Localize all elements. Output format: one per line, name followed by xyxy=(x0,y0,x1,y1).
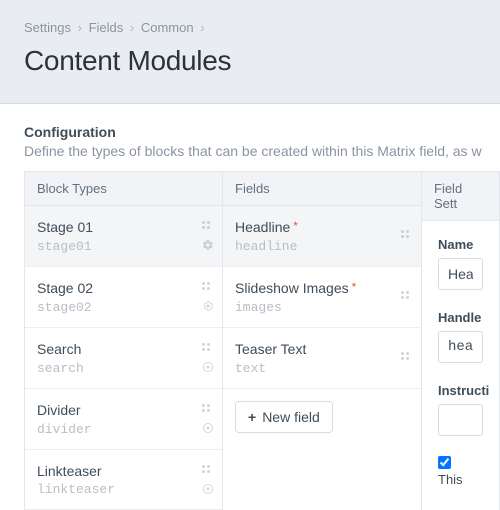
handle-label: Handle xyxy=(438,310,483,325)
handle-input[interactable] xyxy=(438,331,483,363)
block-type-handle: stage01 xyxy=(37,239,210,254)
required-checkbox-row[interactable]: This xyxy=(438,457,463,487)
block-type-handle: divider xyxy=(37,422,210,437)
drag-handle-icon[interactable] xyxy=(401,291,413,303)
breadcrumb: Settings › Fields › Common › xyxy=(24,20,476,35)
drag-handle-icon[interactable] xyxy=(202,343,214,355)
gear-icon[interactable] xyxy=(202,361,214,373)
required-icon: * xyxy=(352,280,357,294)
breadcrumb-item[interactable]: Fields xyxy=(89,20,124,35)
field-label: Slideshow Images* xyxy=(235,279,409,298)
block-types-column: Block Types Stage 01 stage01 Stage 02 st… xyxy=(25,172,223,510)
chevron-right-icon: › xyxy=(130,20,134,35)
field-handle: images xyxy=(235,300,409,315)
block-type-handle: search xyxy=(37,361,210,376)
drag-handle-icon[interactable] xyxy=(202,221,214,233)
drag-handle-icon[interactable] xyxy=(401,230,413,242)
block-type-label: Divider xyxy=(37,401,210,420)
field-item[interactable]: Headline* headline xyxy=(223,206,421,267)
block-type-label: Search xyxy=(37,340,210,359)
block-type-item[interactable]: Stage 01 stage01 xyxy=(25,206,222,267)
required-checkbox-label: This xyxy=(438,472,463,487)
required-checkbox[interactable] xyxy=(438,456,451,469)
gear-icon[interactable] xyxy=(202,483,214,495)
drag-handle-icon[interactable] xyxy=(202,404,214,416)
drag-handle-icon[interactable] xyxy=(401,352,413,364)
field-label: Headline* xyxy=(235,218,409,237)
field-handle: text xyxy=(235,361,409,376)
field-settings-header: Field Sett xyxy=(422,172,499,221)
block-type-label: Stage 02 xyxy=(37,279,210,298)
block-type-item[interactable]: Divider divider xyxy=(25,389,222,450)
breadcrumb-item[interactable]: Settings xyxy=(24,20,71,35)
gear-icon[interactable] xyxy=(202,239,214,251)
field-item[interactable]: Teaser Text text xyxy=(223,328,421,389)
block-type-handle: linkteaser xyxy=(37,482,210,497)
block-type-label: Stage 01 xyxy=(37,218,210,237)
plus-icon: + xyxy=(248,409,256,425)
block-type-item[interactable]: Stage 02 stage02 xyxy=(25,267,222,328)
name-input[interactable] xyxy=(438,258,483,290)
new-field-button[interactable]: + New field xyxy=(235,401,333,433)
chevron-right-icon: › xyxy=(78,20,82,35)
name-label: Name xyxy=(438,237,483,252)
new-field-label: New field xyxy=(262,409,320,425)
required-icon: * xyxy=(293,219,298,233)
fields-column: Fields Headline* headline Slideshow Imag… xyxy=(223,172,422,510)
instructions-label: Instructi xyxy=(438,383,483,398)
field-settings-column: Field Sett Name Handle Instructi xyxy=(422,172,500,510)
breadcrumb-item[interactable]: Common xyxy=(141,20,194,35)
block-type-item[interactable]: Linkteaser linkteaser xyxy=(25,450,222,510)
matrix-config-grid: Block Types Stage 01 stage01 Stage 02 st… xyxy=(24,171,500,510)
block-type-item[interactable]: Search search xyxy=(25,328,222,389)
block-type-handle: stage02 xyxy=(37,300,210,315)
block-types-header: Block Types xyxy=(25,172,222,206)
field-item[interactable]: Slideshow Images* images xyxy=(223,267,421,328)
chevron-right-icon: › xyxy=(200,20,204,35)
field-handle: headline xyxy=(235,239,409,254)
page-title: Content Modules xyxy=(24,45,476,77)
config-description: Define the types of blocks that can be c… xyxy=(24,143,500,159)
gear-icon[interactable] xyxy=(202,422,214,434)
fields-header: Fields xyxy=(223,172,421,206)
drag-handle-icon[interactable] xyxy=(202,465,214,477)
gear-icon[interactable] xyxy=(202,300,214,312)
field-label: Teaser Text xyxy=(235,340,409,359)
config-heading: Configuration xyxy=(24,124,500,140)
drag-handle-icon[interactable] xyxy=(202,282,214,294)
instructions-input[interactable] xyxy=(438,404,483,436)
block-type-label: Linkteaser xyxy=(37,462,210,481)
